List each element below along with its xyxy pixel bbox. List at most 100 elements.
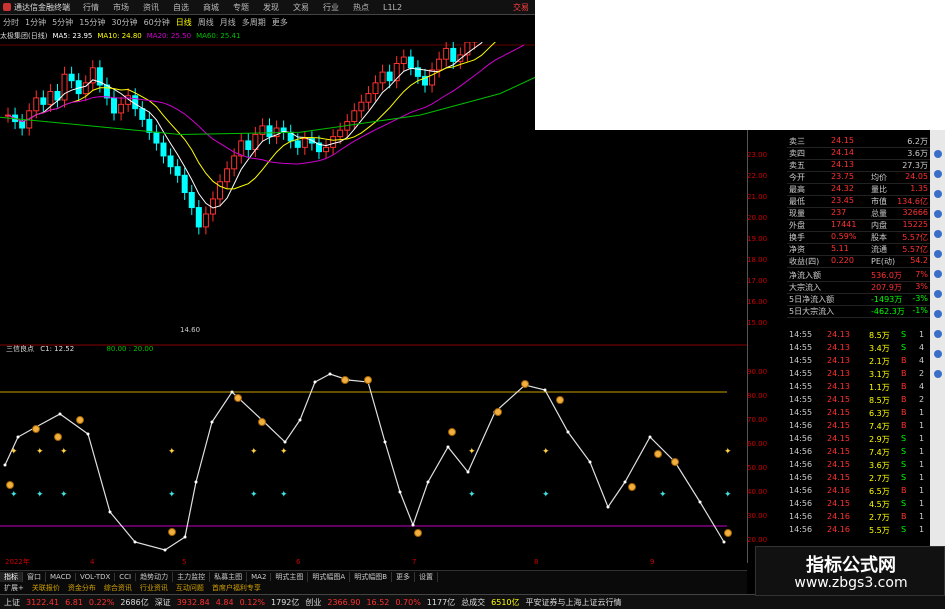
tab-indicator[interactable]: 指标 — [0, 571, 23, 582]
trade-side: S — [901, 434, 907, 443]
tab-macd[interactable]: MACD — [46, 572, 76, 581]
signal-marker — [54, 433, 62, 441]
menu-item-store[interactable]: 商城 — [196, 2, 226, 13]
candle-body — [139, 108, 146, 120]
tab-industry-news[interactable]: 行业资讯 — [136, 583, 172, 593]
trade-volume: 3.6万 — [869, 461, 890, 470]
oscillator-point — [163, 548, 167, 552]
price-tick: 19.00 — [747, 235, 768, 243]
candle-body — [400, 56, 407, 64]
tool-icon[interactable] — [934, 310, 942, 318]
trade-row: 14:56 24.15 2.7万 S 1 — [787, 473, 930, 484]
trade-time: 14:55 — [789, 343, 813, 352]
trade-row: 14:55 24.15 8.5万 B 2 — [787, 395, 930, 406]
tab-5min[interactable]: 5分钟 — [49, 17, 76, 28]
menu-item-wenyi[interactable]: 文易 — [286, 2, 316, 13]
trade-price: 24.16 — [827, 525, 850, 534]
butterfly-marker-yellow: ✦ — [280, 447, 288, 457]
tab-cci[interactable]: CCI — [115, 572, 137, 581]
trade-count: 1 — [919, 486, 925, 495]
indicator-tick: 80.00 — [747, 392, 768, 400]
quote-label-2: 总量 — [871, 209, 887, 218]
menu-item-news[interactable]: 资讯 — [136, 2, 166, 13]
tab-private-main[interactable]: 私募主图 — [210, 571, 248, 582]
price-tick: 22.00 — [747, 172, 768, 180]
tab-ming-sub-a[interactable]: 明式幅图A — [308, 571, 351, 582]
cy-index-label[interactable]: 创业 — [305, 597, 327, 608]
tab-ma2[interactable]: MA2 — [247, 572, 272, 581]
menu-item-market[interactable]: 市场 — [106, 2, 136, 13]
quote-value: 5.11 — [831, 244, 849, 253]
tool-icon[interactable] — [934, 370, 942, 378]
tab-60min[interactable]: 60分钟 — [141, 17, 173, 28]
price-tick: 18.00 — [747, 256, 768, 264]
tab-ming-sub-b[interactable]: 明式幅图B — [350, 571, 393, 582]
butterfly-marker-cyan: ✦ — [542, 490, 550, 500]
butterfly-marker-cyan: ✦ — [659, 490, 667, 500]
menu-item-discover[interactable]: 发现 — [256, 2, 286, 13]
tool-icon[interactable] — [934, 270, 942, 278]
sh-index-label[interactable]: 上证 — [0, 597, 26, 608]
tab-general-news[interactable]: 综合资讯 — [100, 583, 136, 593]
menu-item-quotes[interactable]: 行情 — [76, 2, 106, 13]
tab-more[interactable]: 更多 — [269, 17, 291, 28]
candle-body — [224, 168, 231, 183]
tab-15min[interactable]: 15分钟 — [76, 17, 108, 28]
news-ticker[interactable]: 平安证券与上海上证云行情 — [526, 597, 628, 608]
tab-multi-period[interactable]: 多周期 — [239, 17, 269, 28]
oscillator-group: ✦ ✦ ✦ ✦ ✦ ✦ ✦ ✦ ✦ ✦ ✦ ✦ ✦ ✦ ✦ ✦ ✦ ✦ ✦ — [3, 372, 732, 552]
tool-icon[interactable] — [934, 170, 942, 178]
app-logo-icon — [3, 3, 11, 11]
watermark-logo: 指标公式网 www.zbgs3.com — [755, 546, 945, 596]
flow-pct: -1% — [912, 306, 928, 315]
tab-intraday[interactable]: 分时 — [0, 17, 22, 28]
trade-button[interactable]: 交易 — [513, 2, 535, 13]
tab-trend-power[interactable]: 趋势动力 — [136, 571, 174, 582]
tool-icon[interactable] — [934, 230, 942, 238]
quote-row: 卖五 24.13 27.3万 — [787, 160, 930, 172]
tool-icon[interactable] — [934, 290, 942, 298]
quote-value: 23.75 — [831, 172, 854, 181]
menu-item-watchlist[interactable]: 自选 — [166, 2, 196, 13]
tool-icon[interactable] — [934, 210, 942, 218]
price-axis: 23.00 22.00 21.00 20.00 19.00 18.00 17.0… — [747, 130, 787, 345]
tool-icon[interactable] — [934, 330, 942, 338]
tool-icon[interactable] — [934, 150, 942, 158]
tab-fund-distribution[interactable]: 资金分布 — [64, 583, 100, 593]
candlestick-group — [5, 42, 478, 235]
ma-lines-group — [0, 42, 589, 209]
sz-index-label[interactable]: 深证 — [155, 597, 177, 608]
tab-extend[interactable]: 扩展+ — [0, 583, 28, 593]
tab-daily[interactable]: 日线 — [173, 17, 195, 28]
menu-item-hot[interactable]: 热点 — [346, 2, 376, 13]
tab-main-monitor[interactable]: 主力监控 — [173, 571, 211, 582]
tab-settings[interactable]: 设置 — [415, 571, 439, 582]
menu-item-l1l2[interactable]: L1L2 — [376, 3, 409, 12]
tab-interactive-qa[interactable]: 互动问题 — [172, 583, 208, 593]
indicator-tick: 60.00 — [747, 440, 768, 448]
tab-1min[interactable]: 1分钟 — [22, 17, 49, 28]
trade-time: 14:55 — [789, 356, 813, 365]
butterfly-marker-yellow: ✦ — [168, 447, 176, 457]
tab-vol-tdx[interactable]: VOL-TDX — [76, 572, 116, 581]
signal-marker — [671, 458, 679, 466]
menu-item-topics[interactable]: 专题 — [226, 2, 256, 13]
trade-time: 14:55 — [789, 382, 813, 391]
tab-30min[interactable]: 30分钟 — [108, 17, 140, 28]
tab-weekly[interactable]: 周线 — [195, 17, 217, 28]
tool-icon[interactable] — [934, 350, 942, 358]
tab-related-quote[interactable]: 关联报价 — [28, 583, 64, 593]
tab-ming-main[interactable]: 明式主图 — [271, 571, 309, 582]
tab-vip-benefits[interactable]: 首席户福利专享 — [208, 583, 265, 593]
signal-marker — [234, 394, 242, 402]
tool-icon[interactable] — [934, 190, 942, 198]
date-axis-group: 2022年 4 5 6 7 8 9 — [5, 557, 654, 566]
tool-icon[interactable] — [934, 250, 942, 258]
trade-row: 14:56 24.16 5.5万 S 1 — [787, 525, 930, 536]
tab-more[interactable]: 更多 — [392, 571, 416, 582]
menu-item-industry[interactable]: 行业 — [316, 2, 346, 13]
tab-window[interactable]: 窗口 — [23, 571, 46, 582]
quote-label-2: PE(动) — [871, 257, 896, 266]
quote-value-2: 1.35 — [910, 184, 928, 193]
tab-monthly[interactable]: 月线 — [217, 17, 239, 28]
